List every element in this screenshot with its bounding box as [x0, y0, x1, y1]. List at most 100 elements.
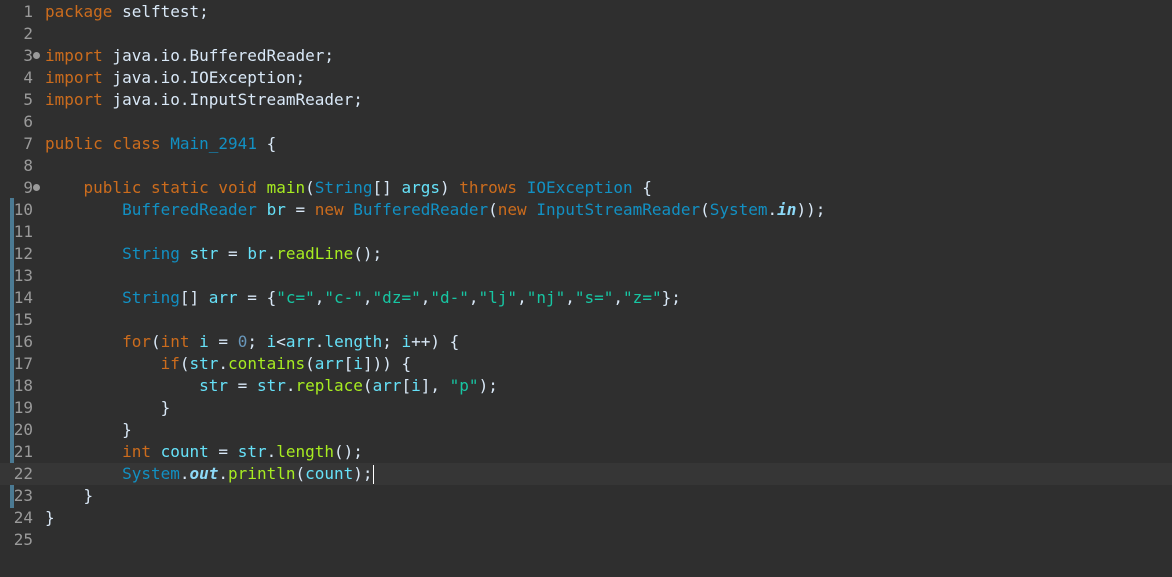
code-token: , — [362, 288, 373, 307]
code-token: ; — [382, 332, 402, 351]
code-token: arr — [285, 332, 315, 351]
code-line[interactable]: 4 import java.io.IOException; — [0, 67, 1172, 89]
code-line[interactable]: 6 — [0, 111, 1172, 133]
code-line[interactable]: 7 public class Main_2941 { — [0, 133, 1172, 155]
code-text: } — [45, 507, 55, 529]
code-token: println — [228, 464, 296, 483]
code-token: } — [45, 486, 94, 505]
code-line[interactable]: 25 — [0, 529, 1172, 551]
code-line[interactable]: 19 } — [0, 397, 1172, 419]
code-line[interactable]: 13 — [0, 265, 1172, 287]
code-token: . — [314, 332, 325, 351]
fold-toggle-icon[interactable] — [33, 52, 40, 59]
code-line[interactable]: 3 import java.io.BufferedReader; — [0, 45, 1172, 67]
code-token: arr — [208, 288, 238, 307]
code-token: ( — [305, 178, 315, 197]
code-line[interactable]: 23 } — [0, 485, 1172, 507]
code-token: } — [45, 508, 55, 527]
code-token: in — [777, 200, 797, 219]
code-token: static — [150, 178, 209, 197]
code-text: public class Main_2941 { — [45, 133, 276, 155]
code-text: import java.io.IOException; — [45, 67, 305, 89]
code-line[interactable]: 18 str = str.replace(arr[i], "p"); — [0, 375, 1172, 397]
code-token: java.io.BufferedReader; — [102, 46, 334, 65]
code-line[interactable]: 2 — [0, 23, 1172, 45]
code-line[interactable]: 11 — [0, 221, 1172, 243]
code-line[interactable]: 16 for(int i = 0; i<arr.length; i++) { — [0, 331, 1172, 353]
code-token: ( — [362, 376, 373, 395]
code-line[interactable]: 5 import java.io.InputStreamReader; — [0, 89, 1172, 111]
code-token: Main_2941 — [170, 134, 257, 153]
line-number: 24 — [13, 508, 33, 527]
code-token: ++) { — [411, 332, 460, 351]
code-token: (); — [353, 244, 383, 263]
code-token: 0 — [237, 332, 248, 351]
line-number: 25 — [13, 530, 33, 549]
code-token: [] — [179, 288, 209, 307]
line-number: 9 — [23, 178, 33, 197]
line-number: 5 — [23, 90, 33, 109]
code-token: = — [285, 200, 315, 219]
fold-toggle-icon[interactable] — [33, 184, 40, 191]
code-token: args — [401, 178, 440, 197]
code-token: BufferedReader — [122, 200, 257, 219]
code-token: new — [314, 200, 344, 219]
code-token: int — [160, 332, 190, 351]
code-token: System — [122, 464, 180, 483]
line-number: 12 — [13, 244, 33, 263]
code-line[interactable]: 15 — [0, 309, 1172, 331]
code-token: "s=" — [574, 288, 614, 307]
code-token: String — [122, 288, 180, 307]
code-token: out — [189, 464, 219, 483]
line-number: 1 — [23, 2, 33, 21]
code-line[interactable]: 12 String str = br.readLine(); — [0, 243, 1172, 265]
code-token: "c=" — [276, 288, 315, 307]
code-token: , — [420, 288, 431, 307]
code-line[interactable]: 20 } — [0, 419, 1172, 441]
code-token: void — [218, 178, 257, 197]
code-token: = — [208, 332, 238, 351]
line-number: 2 — [23, 24, 33, 43]
line-number: 14 — [13, 288, 33, 307]
code-token: readLine — [276, 244, 354, 263]
code-token: String — [122, 244, 180, 263]
code-text: import java.io.InputStreamReader; — [45, 89, 363, 111]
code-line[interactable]: 10 BufferedReader br = new BufferedReade… — [0, 199, 1172, 221]
code-text: public static void main(String[] args) t… — [45, 177, 652, 199]
code-line[interactable]: 17 if(str.contains(arr[i])) { — [0, 353, 1172, 375]
code-token: public — [45, 134, 103, 153]
code-text: String str = br.readLine(); — [45, 243, 382, 265]
line-number: 13 — [13, 266, 33, 285]
code-editor[interactable]: 1 package selftest; 2 3 import java.io.Buffe… — [0, 0, 1172, 577]
code-line[interactable]: 14 String[] arr = {"c=","c-","dz=","d-",… — [0, 287, 1172, 309]
code-token: java.io.IOException; — [102, 68, 306, 87]
code-token: { — [256, 134, 277, 153]
code-token: , — [468, 288, 479, 307]
code-token: . — [218, 354, 229, 373]
line-number: 22 — [13, 464, 33, 483]
code-line[interactable]: 24} — [0, 507, 1172, 529]
code-token: br — [266, 200, 286, 219]
code-line[interactable]: 1 package selftest; — [0, 1, 1172, 23]
code-token: (); — [334, 442, 363, 461]
code-line[interactable]: 21 int count = str.length(); — [0, 441, 1172, 463]
line-number: 21 — [13, 442, 33, 461]
code-token: IOException — [526, 178, 633, 197]
code-token: throws — [459, 178, 518, 197]
code-token: "z=" — [623, 288, 662, 307]
code-token: "d-" — [430, 288, 469, 307]
code-line[interactable]: 22 System.out.println(count); — [0, 463, 1172, 485]
line-number: 11 — [13, 222, 33, 241]
code-token: ) — [439, 178, 460, 197]
code-line[interactable]: 9 public static void main(String[] args)… — [0, 177, 1172, 199]
code-line[interactable]: 8 — [0, 155, 1172, 177]
line-number: 8 — [23, 156, 33, 175]
code-token: count — [305, 464, 354, 483]
